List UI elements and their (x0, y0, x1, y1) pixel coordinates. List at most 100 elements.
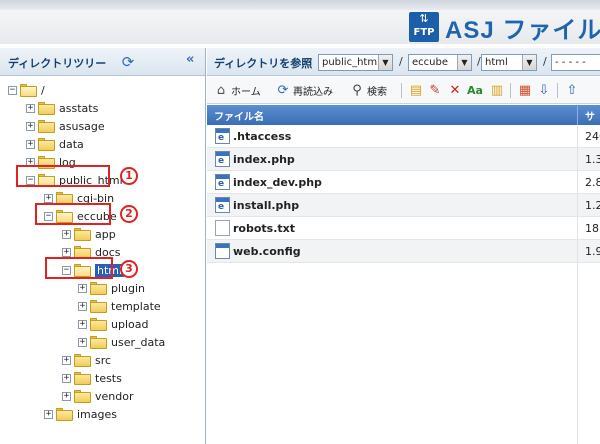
tree-item-label[interactable]: tests (95, 372, 122, 385)
tree-item-label[interactable]: data (59, 138, 84, 151)
file-icon: e (215, 197, 230, 213)
reload-button[interactable]: ⟳ 再読込み (275, 82, 333, 99)
expand-toggle-icon[interactable]: + (26, 121, 35, 131)
copy-button[interactable]: ▥ (489, 82, 507, 99)
search-button[interactable]: ⚲ 検索 (349, 82, 387, 99)
tree-item[interactable]: + user_data (78, 333, 165, 351)
file-name[interactable]: robots.txt (233, 222, 600, 235)
home-button[interactable]: ⌂ ホーム (213, 82, 261, 99)
file-name[interactable]: index_dev.php (233, 176, 600, 189)
tree-item[interactable]: + upload (78, 315, 148, 333)
tree-item-label[interactable]: vendor (95, 390, 133, 403)
tree-panel-title: ディレクトリツリー (8, 57, 107, 70)
expand-toggle-icon[interactable]: + (78, 337, 87, 347)
expand-toggle-icon[interactable]: + (44, 409, 53, 419)
folder-icon (74, 353, 91, 367)
expand-toggle-icon[interactable]: + (26, 139, 35, 149)
ftp-logo-icon: ⇅ FTP (409, 12, 439, 42)
tree-item[interactable]: + images (44, 405, 117, 423)
collapse-toggle-icon[interactable]: − (8, 85, 17, 95)
file-row[interactable]: e index.php 1.3 (207, 148, 600, 171)
file-row[interactable]: robots.txt 18 (207, 217, 600, 240)
rename-button[interactable]: Aa (467, 82, 485, 99)
tree-item-label[interactable]: user_data (111, 336, 165, 349)
file-size: 18 (585, 221, 599, 235)
home-icon: ⌂ (216, 82, 226, 98)
folder-icon (38, 101, 55, 115)
tree-item-label[interactable]: template (111, 300, 161, 313)
file-table-header: ファイル名 サ (207, 105, 600, 125)
path-select-1[interactable]: public_html ▼ (318, 54, 393, 71)
reload-button-label: 再読込み (293, 87, 333, 98)
upload-button[interactable]: ⇧ (564, 82, 582, 99)
edit-button[interactable]: ✎ (427, 82, 445, 99)
expand-toggle-icon[interactable]: + (62, 391, 71, 401)
refresh-icon[interactable]: ⟳ (120, 54, 136, 70)
expand-toggle-icon[interactable]: + (62, 373, 71, 383)
tree-item-label[interactable]: / (41, 84, 45, 97)
tree-item[interactable]: + tests (62, 369, 122, 387)
chevron-down-icon[interactable]: ▼ (522, 55, 536, 70)
file-name[interactable]: .htaccess (233, 130, 600, 143)
annotation-badge-3: 3 (120, 260, 138, 278)
download-icon: ⇩ (538, 82, 550, 98)
column-header-name[interactable]: ファイル名 (214, 108, 264, 123)
view-button[interactable]: ▦ (517, 82, 535, 99)
file-icon (215, 243, 230, 259)
tree-item-label[interactable]: asstats (59, 102, 98, 115)
file-browser-panel: ディレクトリを参照 public_html ▼ / eccube ▼ / htm… (207, 48, 600, 444)
tree-item[interactable]: + template (78, 297, 161, 315)
app-header: ⇅ FTP ASJ ファイル (0, 0, 600, 44)
path-select-3[interactable]: html ▼ (481, 54, 537, 71)
path-select-2[interactable]: eccube ▼ (408, 54, 472, 71)
tree-item[interactable]: + app (62, 225, 116, 243)
file-row[interactable]: e index_dev.php 2.8 (207, 171, 600, 194)
copy-icon: ▥ (490, 82, 504, 98)
tree-item[interactable]: + data (26, 135, 84, 153)
column-header-size[interactable]: サ (585, 108, 595, 123)
tree-item[interactable]: + plugin (78, 279, 145, 297)
tree-item[interactable]: + vendor (62, 387, 133, 405)
expand-toggle-icon[interactable]: + (26, 103, 35, 113)
expand-toggle-icon[interactable]: + (62, 355, 71, 365)
new-file-button[interactable]: ▤ (408, 82, 426, 99)
file-name[interactable]: web.config (233, 245, 600, 258)
collapse-icon[interactable]: « (186, 52, 194, 67)
file-name[interactable]: index.php (233, 153, 600, 166)
expand-toggle-icon[interactable]: + (78, 301, 87, 311)
path-select-4[interactable]: - - - - - (551, 54, 600, 71)
chevron-down-icon[interactable]: ▼ (378, 55, 392, 70)
annotation-box-public-html (16, 165, 110, 187)
tree-item[interactable]: + src (62, 351, 111, 369)
file-icon: e (215, 174, 230, 190)
tree-item-label[interactable]: src (95, 354, 111, 367)
file-icon: e (215, 128, 230, 144)
file-row[interactable]: e install.php 1.2 (207, 194, 600, 217)
expand-toggle-icon[interactable]: + (78, 319, 87, 329)
tree-item-label[interactable]: images (77, 408, 117, 421)
file-size: 1.2 (585, 198, 600, 212)
tree-item-label[interactable]: app (95, 228, 116, 241)
chevron-down-icon[interactable]: ▼ (457, 55, 471, 70)
tree-item-label[interactable]: upload (111, 318, 148, 331)
tree-item-label[interactable]: plugin (111, 282, 145, 295)
file-name[interactable]: install.php (233, 199, 600, 212)
file-size: 1.9 (585, 244, 600, 258)
tree-item[interactable]: − / (8, 81, 45, 99)
rename-icon: Aa (467, 83, 483, 97)
file-row[interactable]: e.htaccess246 (207, 125, 600, 148)
tree-item[interactable]: + asstats (26, 99, 98, 117)
delete-button[interactable]: ✕ (447, 82, 465, 99)
tree-panel-header: ディレクトリツリー ⟳ « (0, 48, 205, 76)
expand-toggle-icon[interactable]: + (44, 193, 53, 203)
grid-view-icon: ▦ (518, 82, 532, 98)
file-row[interactable]: web.config 1.9 (207, 240, 600, 263)
download-button[interactable]: ⇩ (536, 82, 554, 99)
search-icon: ⚲ (352, 82, 362, 98)
expand-toggle-icon[interactable]: + (62, 247, 71, 257)
tree-item[interactable]: + asusage (26, 117, 105, 135)
expand-toggle-icon[interactable]: + (78, 283, 87, 293)
tree-item-label[interactable]: asusage (59, 120, 105, 133)
expand-toggle-icon[interactable]: + (62, 229, 71, 239)
folder-icon (90, 317, 107, 331)
